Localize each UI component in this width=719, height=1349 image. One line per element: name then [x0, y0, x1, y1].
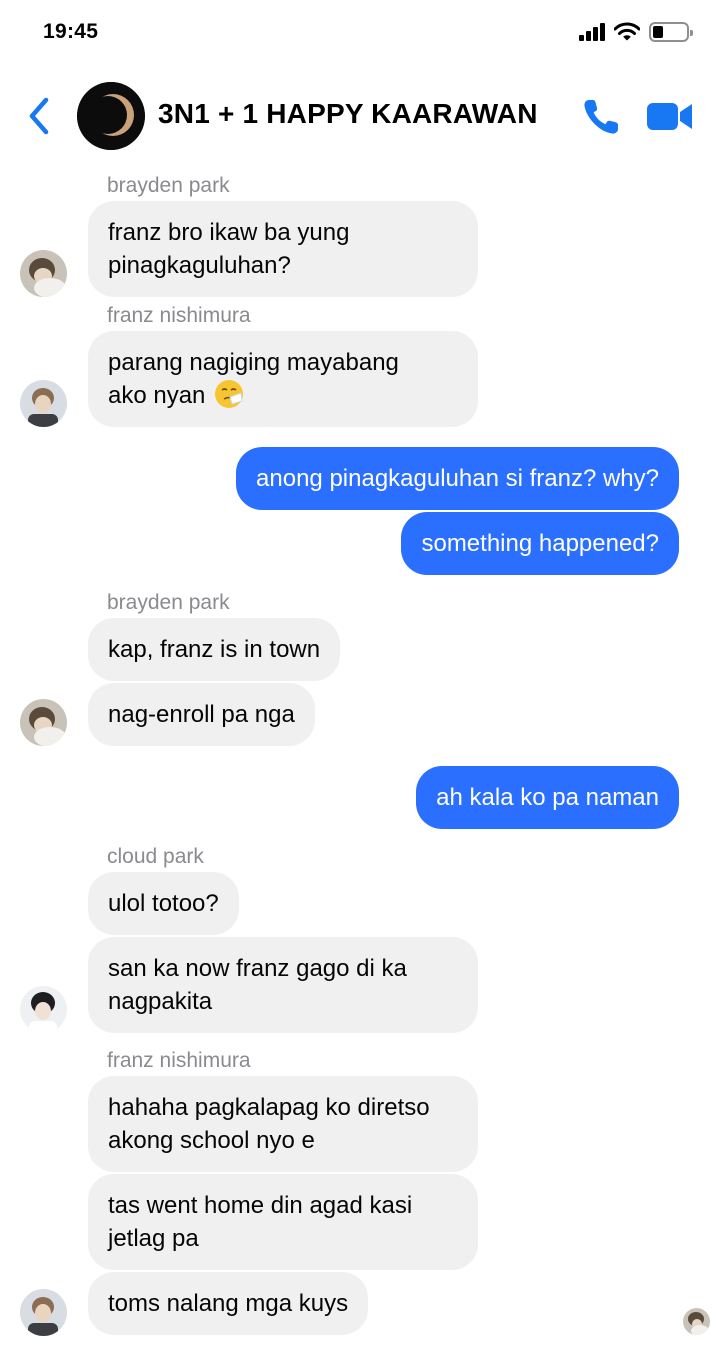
- avatar-brayden-park[interactable]: [20, 250, 67, 297]
- message-text-line: parang nagiging mayabang: [108, 349, 399, 376]
- message-bubble[interactable]: ulol totoo?: [88, 872, 239, 935]
- message-text: something happened?: [421, 530, 659, 557]
- sender-name: brayden park: [107, 174, 230, 197]
- video-call-icon[interactable]: [646, 98, 694, 134]
- battery-icon: [649, 22, 693, 42]
- battery-level: [653, 26, 663, 38]
- sneezing-face-emoji-icon: [215, 380, 244, 408]
- message-bubble[interactable]: san ka now franz gago di ka nagpakita: [88, 937, 478, 1033]
- message-bubble[interactable]: toms nalang mga kuys: [88, 1272, 369, 1335]
- sender-name: franz nishimura: [107, 304, 251, 327]
- sender-name: brayden park: [107, 591, 230, 614]
- avatar-franz-nishimura[interactable]: [20, 1289, 67, 1336]
- message-text-line: hahaha pagkalapag ko diretso: [108, 1094, 430, 1121]
- sender-name: cloud park: [107, 845, 204, 868]
- avatar-franz-nishimura[interactable]: [20, 380, 67, 427]
- outgoing-message-bubble[interactable]: anong pinagkaguluhan si franz? why?: [236, 447, 679, 510]
- cellular-signal-icon: [579, 23, 605, 41]
- message-text: kap, franz is in town: [108, 636, 321, 663]
- message-text-line: pinagkaguluhan?: [108, 252, 291, 279]
- message-bubble[interactable]: tas went home din agad kasi jetlag pa: [88, 1174, 478, 1270]
- message-text-line: akong school nyo e: [108, 1127, 315, 1154]
- group-avatar[interactable]: [77, 82, 145, 150]
- outgoing-message-bubble[interactable]: something happened?: [401, 512, 679, 575]
- message-text-line: ako nyan: [108, 382, 206, 409]
- message-text: toms nalang mga kuys: [108, 1290, 349, 1317]
- status-bar: 19:45: [0, 0, 719, 66]
- moon-image: [77, 82, 145, 150]
- read-receipt-avatar: [683, 1308, 710, 1335]
- message-text-line: tas went home din agad kasi: [108, 1192, 413, 1219]
- message-text-line: san ka now franz gago di ka: [108, 955, 407, 982]
- message-bubble[interactable]: hahaha pagkalapag ko diretso akong schoo…: [88, 1076, 478, 1172]
- message-text: ulol totoo?: [108, 890, 219, 917]
- message-text: nag-enroll pa nga: [108, 701, 295, 728]
- sender-name: franz nishimura: [107, 1049, 251, 1072]
- message-bubble[interactable]: nag-enroll pa nga: [88, 683, 315, 746]
- avatar-cloud-park[interactable]: [20, 986, 67, 1033]
- message-bubble[interactable]: parang nagiging mayabang ako nyan: [88, 331, 478, 427]
- chat-header: 3N1 + 1 HAPPY KAARAWAN: [0, 70, 719, 162]
- message-text: anong pinagkaguluhan si franz? why?: [256, 465, 659, 492]
- status-time: 19:45: [43, 20, 99, 43]
- message-text-line: nagpakita: [108, 988, 213, 1015]
- back-button[interactable]: [22, 94, 56, 138]
- message-bubble[interactable]: franz bro ikaw ba yung pinagkaguluhan?: [88, 201, 478, 297]
- avatar-brayden-park[interactable]: [20, 699, 67, 746]
- message-bubble[interactable]: kap, franz is in town: [88, 618, 341, 681]
- message-text-line: franz bro ikaw ba yung: [108, 219, 350, 246]
- message-text-line: jetlag pa: [108, 1225, 199, 1252]
- message-text: ah kala ko pa naman: [436, 784, 659, 811]
- phone-call-icon[interactable]: [580, 96, 622, 138]
- group-title[interactable]: 3N1 + 1 HAPPY KAARAWAN: [158, 98, 538, 130]
- status-icons: [579, 22, 693, 42]
- outgoing-message-bubble[interactable]: ah kala ko pa naman: [416, 766, 679, 829]
- wifi-icon: [614, 22, 640, 41]
